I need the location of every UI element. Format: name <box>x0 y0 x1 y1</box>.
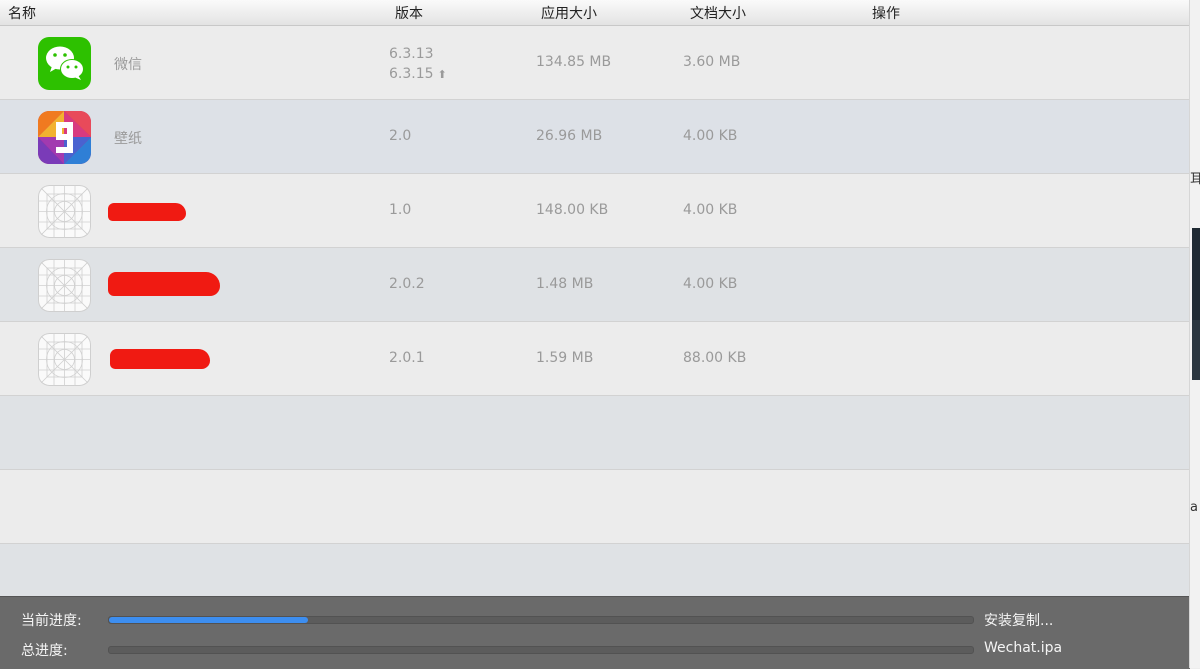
background-window-edge: 耳 a <box>1189 0 1200 668</box>
doc-size: 3.60 MB <box>683 54 741 70</box>
redacted-app-name <box>108 272 220 296</box>
redacted-app-name <box>110 349 210 369</box>
total-status: Wechat.ipa <box>984 640 1063 656</box>
column-header-action[interactable]: 操作 <box>872 3 900 23</box>
table-row[interactable]: 2.0.2 1.48 MB 4.00 KB <box>0 248 1190 322</box>
app-size: 26.96 MB <box>536 128 603 144</box>
app-size: 148.00 KB <box>536 202 609 218</box>
table-row[interactable]: 壁纸 2.0 26.96 MB 4.00 KB <box>0 100 1190 174</box>
current-progress-fill <box>109 617 308 623</box>
column-header-doc-size[interactable]: 文档大小 <box>690 3 746 23</box>
empty-row <box>0 544 1190 596</box>
table-row[interactable]: 1.0 148.00 KB 4.00 KB <box>0 174 1190 248</box>
wechat-icon <box>38 37 91 90</box>
table-row[interactable]: 微信 6.3.13 6.3.15 ⬆ 134.85 MB 3.60 MB <box>0 26 1190 100</box>
placeholder-app-icon <box>38 259 91 312</box>
empty-row <box>0 396 1190 470</box>
update-version: 6.3.15 <box>389 66 434 82</box>
app-name: 壁纸 <box>114 131 142 147</box>
table-header: 名称 版本 应用大小 文档大小 操作 <box>0 0 1190 26</box>
empty-row <box>0 470 1190 544</box>
app-version: 2.0.1 <box>389 350 425 366</box>
total-progress-label: 总进度: <box>21 643 68 659</box>
app-version: 6.3.13 6.3.15 ⬆ <box>389 44 447 85</box>
current-version: 6.3.13 <box>389 46 434 62</box>
wallpaper-icon <box>38 111 91 164</box>
redacted-app-name <box>108 203 186 221</box>
table-row[interactable]: 2.0.1 1.59 MB 88.00 KB <box>0 322 1190 396</box>
doc-size: 4.00 KB <box>683 202 738 218</box>
current-progress-label: 当前进度: <box>21 613 82 629</box>
current-status: 安装复制... <box>984 613 1054 629</box>
progress-footer: 当前进度: 安装复制... 总进度: Wechat.ipa <box>0 596 1190 669</box>
app-manager-window: 名称 版本 应用大小 文档大小 操作 微信 6.3.13 6.3.15 ⬆ 13… <box>0 0 1190 669</box>
app-size: 134.85 MB <box>536 54 612 70</box>
app-size: 1.59 MB <box>536 350 594 366</box>
app-version: 2.0 <box>389 128 412 144</box>
total-progress-bar <box>108 646 974 654</box>
app-size: 1.48 MB <box>536 276 594 292</box>
column-header-app-size[interactable]: 应用大小 <box>541 3 597 23</box>
app-name: 微信 <box>114 57 142 73</box>
app-version: 1.0 <box>389 202 412 218</box>
update-arrow-icon[interactable]: ⬆ <box>438 68 447 81</box>
column-header-name[interactable]: 名称 <box>8 3 36 23</box>
placeholder-app-icon <box>38 333 91 386</box>
column-header-version[interactable]: 版本 <box>395 3 423 23</box>
current-progress-bar <box>108 616 974 624</box>
doc-size: 4.00 KB <box>683 276 738 292</box>
doc-size: 4.00 KB <box>683 128 738 144</box>
placeholder-app-icon <box>38 185 91 238</box>
doc-size: 88.00 KB <box>683 350 747 366</box>
app-version: 2.0.2 <box>389 276 425 292</box>
